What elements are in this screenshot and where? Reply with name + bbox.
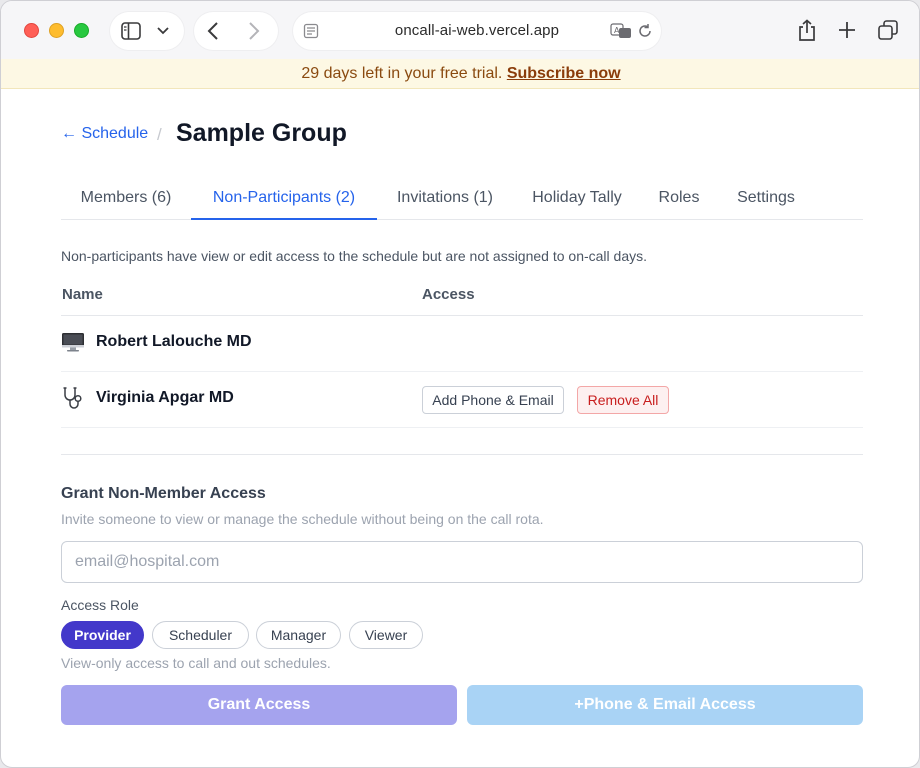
chevron-down-icon[interactable] [157, 26, 169, 36]
browser-window: oncall-ai-web.vercel.app A 29 days left … [0, 0, 920, 768]
forward-icon[interactable] [248, 22, 260, 40]
access-role-label: Access Role [61, 597, 139, 613]
stethoscope-icon [63, 387, 82, 409]
sidebar-toggle-group [110, 12, 184, 50]
share-icon[interactable] [798, 19, 816, 41]
remove-all-button[interactable]: Remove All [577, 386, 669, 414]
trial-banner-text: 29 days left in your free trial. [301, 65, 503, 82]
tab-non-participants[interactable]: Non-Participants (2) [191, 179, 377, 220]
tab-settings[interactable]: Settings [717, 179, 815, 220]
svg-text:A: A [614, 26, 620, 35]
role-manager-chip[interactable]: Manager [256, 621, 341, 649]
role-viewer-chip[interactable]: Viewer [349, 621, 423, 649]
phone-email-access-button[interactable]: +Phone & Email Access [467, 685, 863, 725]
member-name: Virginia Apgar MD [96, 389, 234, 406]
member-name: Robert Lalouche MD [96, 333, 252, 350]
back-to-schedule-link[interactable]: ← Schedule [61, 125, 148, 143]
table-header: Name Access [61, 279, 863, 316]
back-icon[interactable] [207, 22, 219, 40]
new-tab-icon[interactable] [838, 21, 856, 39]
role-provider-chip[interactable]: Provider [61, 621, 144, 649]
tab-roles[interactable]: Roles [641, 179, 717, 220]
minimize-window-button[interactable] [49, 23, 64, 38]
column-header-access: Access [422, 286, 475, 303]
column-header-name: Name [62, 286, 103, 303]
table-row: Robert Lalouche MD [61, 316, 863, 372]
table-row: Virginia Apgar MD Add Phone & Email Remo… [61, 372, 863, 428]
browser-toolbar: oncall-ai-web.vercel.app A [1, 1, 919, 59]
navigation-group [194, 12, 278, 50]
grant-access-button[interactable]: Grant Access [61, 685, 457, 725]
sidebar-icon[interactable] [121, 22, 141, 40]
tab-members[interactable]: Members (6) [61, 179, 191, 220]
breadcrumb-separator: / [157, 125, 162, 144]
tab-holiday-tally[interactable]: Holiday Tally [513, 179, 641, 220]
maximize-window-button[interactable] [74, 23, 89, 38]
page-title: Sample Group [176, 119, 347, 147]
url-text: oncall-ai-web.vercel.app [394, 22, 560, 39]
add-phone-email-button[interactable]: Add Phone & Email [422, 386, 564, 414]
email-input[interactable] [61, 541, 863, 583]
reload-icon[interactable] [637, 23, 653, 39]
grant-section-subtitle: Invite someone to view or manage the sch… [61, 511, 544, 527]
section-divider [61, 454, 863, 455]
tab-invitations[interactable]: Invitations (1) [377, 179, 513, 220]
tab-overview-icon[interactable] [878, 20, 898, 40]
grant-section-title: Grant Non-Member Access [61, 485, 266, 502]
address-bar[interactable]: oncall-ai-web.vercel.app A [293, 12, 661, 50]
role-help-text: View-only access to call and out schedul… [61, 655, 331, 671]
translate-icon[interactable]: A [610, 23, 632, 39]
close-window-button[interactable] [24, 23, 39, 38]
role-scheduler-chip[interactable]: Scheduler [152, 621, 249, 649]
section-description: Non-participants have view or edit acces… [61, 248, 647, 264]
tab-bar: Members (6) Non-Participants (2) Invitat… [61, 179, 863, 220]
computer-icon [62, 333, 84, 352]
subscribe-now-link[interactable]: Subscribe now [507, 65, 621, 82]
trial-banner: 29 days left in your free trial. Subscri… [1, 59, 919, 89]
